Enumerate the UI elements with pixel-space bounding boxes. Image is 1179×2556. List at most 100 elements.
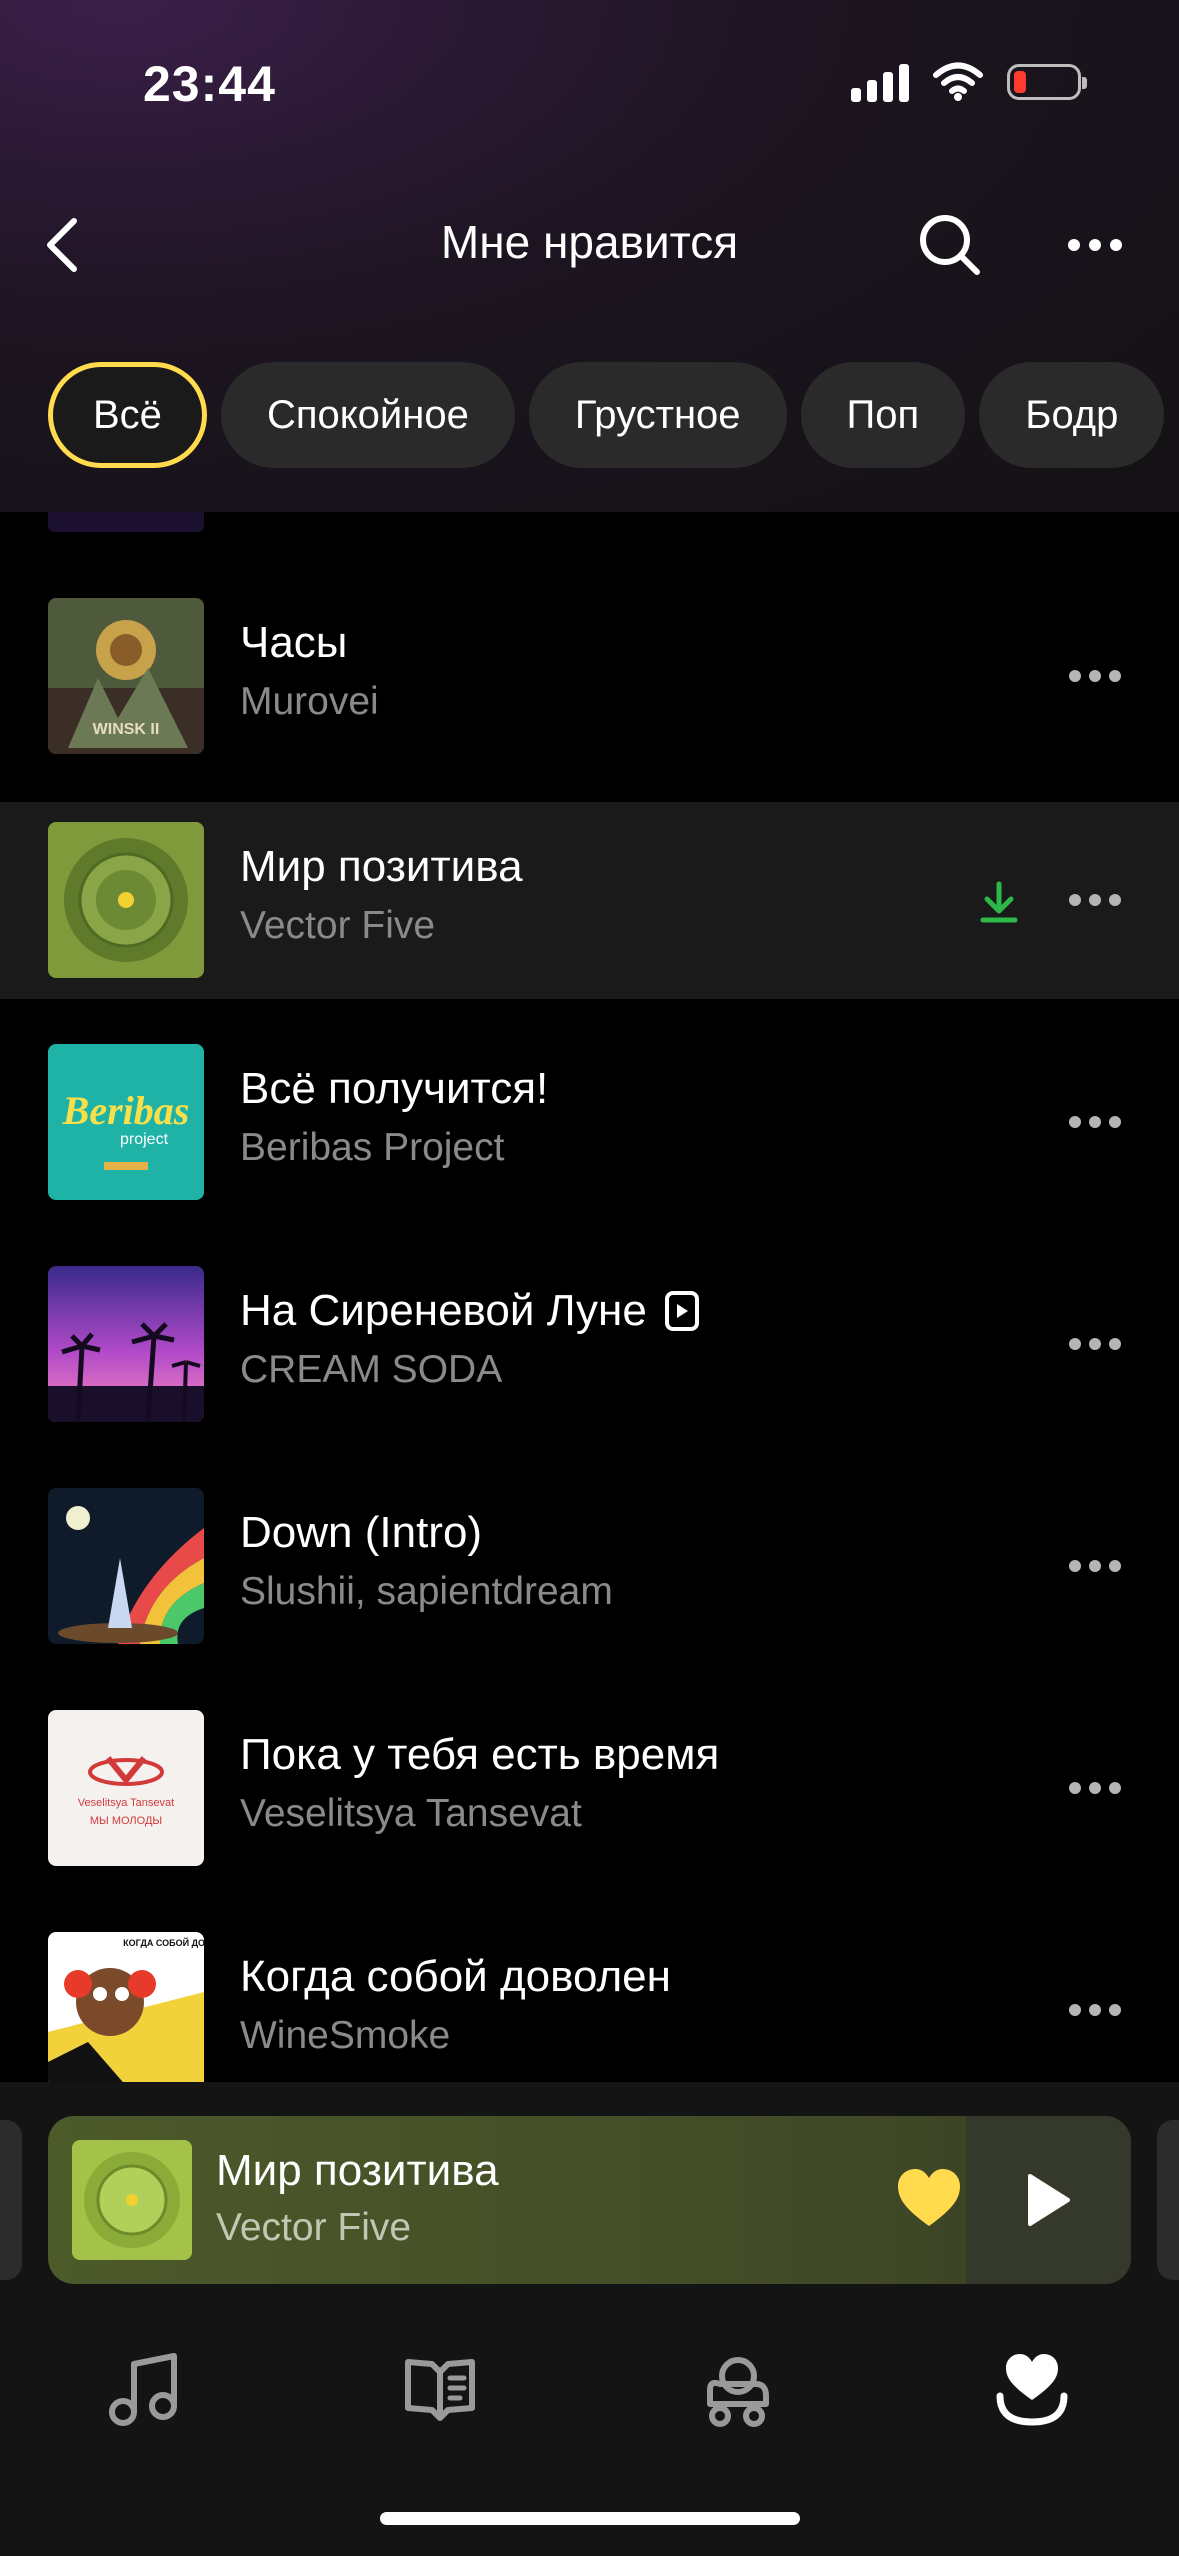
track-row[interactable]: Down (Intro) Slushii, sapientdream (0, 1468, 1179, 1665)
tab-podcasts-books[interactable] (390, 2340, 490, 2440)
more-dot (1109, 894, 1121, 906)
album-cover: Veselitsya Tansevat МЫ МОЛОДЫ (48, 1710, 204, 1866)
wifi-icon (933, 62, 983, 101)
more-dot (1109, 1116, 1121, 1128)
more-dot (1089, 2004, 1101, 2016)
music-note-icon (109, 2353, 177, 2426)
album-cover (48, 1488, 204, 1644)
track-more-button[interactable] (1060, 1104, 1130, 1140)
more-dot (1069, 670, 1081, 682)
more-dot (1069, 1560, 1081, 1572)
track-more-button[interactable] (1060, 1326, 1130, 1362)
more-dot (1109, 1560, 1121, 1572)
bottom-tab-bar (0, 2310, 1179, 2450)
previous-track-card[interactable] (0, 2120, 22, 2280)
more-dot (1089, 670, 1101, 682)
more-dot (1089, 239, 1101, 251)
track-title-text: Down (Intro) (240, 1508, 483, 1557)
status-time: 23:44 (143, 56, 276, 112)
track-title: На Сиреневой Луне (240, 1286, 699, 1336)
heart-collection-icon (996, 2354, 1068, 2426)
track-more-button[interactable] (1060, 1992, 1130, 2028)
cover-text: МЫ МОЛОДЫ (90, 1815, 162, 1827)
album-cover (48, 1266, 204, 1422)
track-title: Всё получится! (240, 1064, 548, 1114)
more-dot (1089, 1116, 1101, 1128)
track-title: Мир позитива (240, 842, 523, 892)
cover-text: Veselitsya Tansevat (78, 1797, 174, 1809)
cover-text: project (120, 1131, 169, 1148)
track-title: Когда собой доволен (240, 1952, 671, 2002)
more-dot (1068, 239, 1080, 251)
track-title-text: Часы (240, 618, 348, 667)
next-track-card[interactable] (1157, 2120, 1179, 2280)
home-indicator (380, 2512, 800, 2525)
track-title-text: Когда собой доволен (240, 1952, 671, 2001)
track-artist: Murovei (240, 680, 379, 723)
now-playing-artist: Vector Five (216, 2206, 412, 2249)
status-icons (851, 62, 1087, 102)
more-dot (1109, 2004, 1121, 2016)
track-more-button[interactable] (1060, 658, 1130, 694)
battery-icon (1007, 64, 1087, 100)
book-icon (405, 2359, 475, 2421)
track-more-button[interactable] (1060, 1548, 1130, 1584)
cellular-signal-icon (851, 62, 909, 102)
album-cover (48, 512, 204, 532)
chip-sad[interactable]: Грустное (528, 362, 787, 468)
page-title: Мне нравится (440, 216, 739, 268)
more-dot (1089, 1782, 1101, 1794)
album-cover: WINSK II (48, 598, 204, 754)
track-artist: CREAM SODA (240, 1348, 503, 1391)
track-artist: Slushii, sapientdream (240, 1570, 613, 1613)
more-options-button[interactable] (1055, 210, 1135, 280)
more-dot (1109, 1782, 1121, 1794)
now-playing-title: Мир позитива (216, 2146, 499, 2195)
track-artist: Vector Five (240, 904, 436, 947)
chip-pop[interactable]: Поп (800, 362, 966, 468)
album-cover (48, 822, 204, 978)
now-playing-cover (72, 2140, 192, 2260)
chip-energetic[interactable]: Бодр (979, 362, 1165, 468)
play-button[interactable] (966, 2116, 1131, 2284)
track-title: Пока у тебя есть время (240, 1730, 719, 1780)
chip-calm[interactable]: Спокойное (220, 362, 515, 468)
track-artist: Veselitsya Tansevat (240, 1792, 582, 1835)
track-more-button[interactable] (1060, 882, 1130, 918)
track-list: WINSK II Часы Murovei Мир позитива Vecto… (0, 512, 1179, 2082)
downloaded-icon (980, 881, 1018, 923)
track-title-text: Мир позитива (240, 842, 523, 891)
track-more-button[interactable] (1060, 1770, 1130, 1806)
track-title-text: Всё получится! (240, 1064, 549, 1113)
chip-all[interactable]: Всё (48, 362, 207, 468)
cover-text: WINSK II (93, 721, 160, 738)
more-dot (1110, 239, 1122, 251)
kids-toy-icon (707, 2357, 769, 2427)
play-icon (1027, 2174, 1070, 2226)
track-row[interactable]: Veselitsya Tansevat МЫ МОЛОДЫ Пока у теб… (0, 1690, 1179, 1887)
track-row[interactable]: Beribas project Всё получится! Beribas P… (0, 1024, 1179, 1221)
mini-player[interactable]: Мир позитива Vector Five (48, 2116, 1131, 2284)
more-dot (1069, 1116, 1081, 1128)
search-button[interactable] (915, 210, 985, 280)
tab-music[interactable] (95, 2340, 195, 2440)
track-row[interactable]: КОГДА СОБОЙ ДОВОЛЕН Когда собой доволен … (0, 1912, 1179, 2082)
more-dot (1109, 670, 1121, 682)
track-title: Часы (240, 618, 347, 668)
cover-text: Beribas (62, 1088, 190, 1133)
track-title-text: На Сиреневой Луне (240, 1286, 647, 1335)
more-dot (1069, 1338, 1081, 1350)
track-row[interactable]: На Сиреневой Луне CREAM SODA (0, 1246, 1179, 1443)
tab-kids[interactable] (686, 2340, 786, 2440)
album-cover: Beribas project (48, 1044, 204, 1200)
more-dot (1109, 1338, 1121, 1350)
track-row[interactable]: WINSK II Часы Murovei (0, 578, 1179, 775)
heart-icon[interactable] (894, 2164, 964, 2234)
cover-text: КОГДА СОБОЙ ДОВОЛЕН (123, 1937, 204, 1948)
track-row[interactable]: Мир позитива Vector Five (0, 802, 1179, 999)
video-clip-icon (664, 1291, 699, 1331)
more-dot (1069, 894, 1081, 906)
more-dot (1089, 1560, 1101, 1572)
more-dot (1069, 2004, 1081, 2016)
tab-collection[interactable] (982, 2340, 1082, 2440)
